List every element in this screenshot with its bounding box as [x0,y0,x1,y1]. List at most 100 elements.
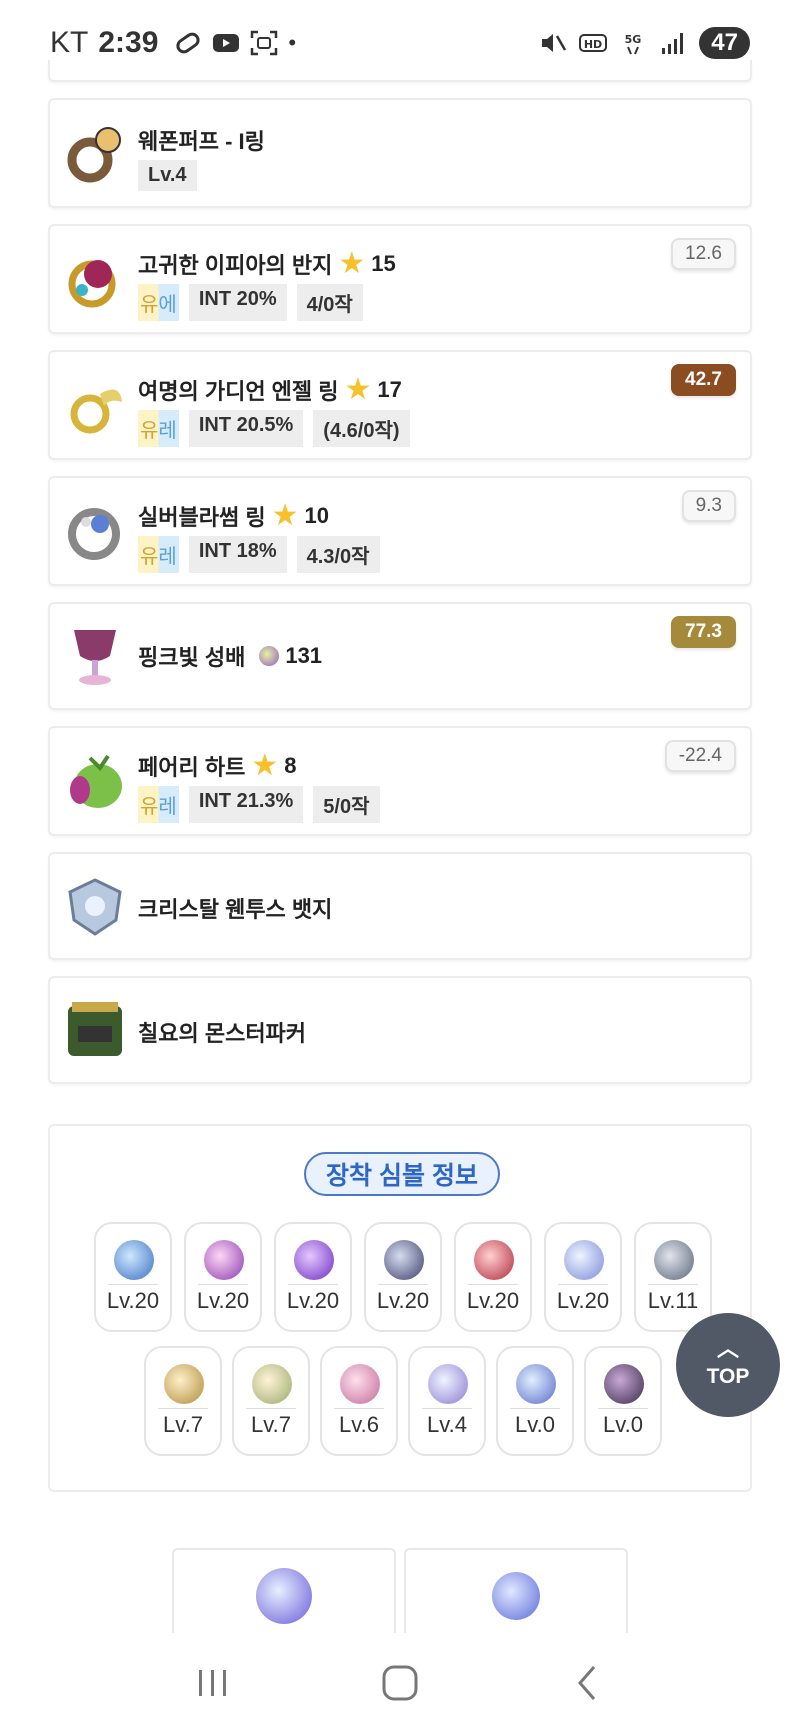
youtube-icon [213,34,240,52]
scroll-top-button[interactable]: ︿ TOP [676,1313,780,1417]
symbol-icon [604,1364,644,1404]
symbol-slot[interactable]: Lv.20 [544,1222,622,1332]
swirl-icon [492,1572,540,1620]
back-button[interactable] [562,1658,612,1708]
score-badge: 12.6 [671,238,736,270]
home-icon [382,1665,418,1701]
item-card[interactable]: 페어리 하트 ★ 8 유레 INT 21.3% 5/0작 -22.4 [48,726,752,836]
carrier-label: KT [50,26,89,59]
symbol-level: Lv.20 [556,1288,610,1313]
potential-grade: 유레 [138,536,179,573]
battery-indicator: 47 [699,27,750,59]
scroll-tag: 4.3/0작 [296,536,380,573]
star-icon: ★ [338,247,366,280]
item-name: 고귀한 이피아의 반지 ★ 15 [138,248,396,280]
signal-icon [662,33,684,54]
scroll-tag: 5/0작 [313,786,380,823]
star-count: 17 [377,377,402,402]
score-badge: 9.3 [681,490,736,522]
item-name-text: 웨폰퍼프 - I링 [138,129,265,154]
item-card[interactable]: 웨폰퍼프 - I링 Lv.4 [48,98,752,208]
equipped-symbols-panel: 장착 심볼 정보 Lv.20 Lv.20 Lv.20 Lv.20 Lv.20 L… [48,1124,752,1492]
svg-text:HD: HD [584,38,602,51]
item-card[interactable]: 핑크빛 성배 131 77.3 [48,602,752,710]
extra-item-card[interactable] [404,1548,628,1638]
symbol-slot[interactable]: Lv.20 [274,1222,352,1332]
scroll-tag: 4/0작 [296,284,363,321]
pill-icon [176,32,200,54]
potential-grade: 유레 [138,786,179,823]
symbol-icon [654,1240,694,1280]
symbol-slot[interactable]: Lv.11 [634,1222,712,1332]
score-badge: -22.4 [664,740,736,772]
back-icon [577,1666,595,1700]
symbol-icon [516,1364,556,1404]
symbol-level: Lv.6 [339,1412,379,1437]
symbol-slot[interactable]: Lv.20 [184,1222,262,1332]
symbol-slot[interactable]: Lv.6 [320,1346,398,1456]
symbol-slot[interactable]: Lv.20 [364,1222,442,1332]
score-badge: 77.3 [671,616,736,648]
item-name-text: 칠요의 몬스터파커 [138,1021,307,1046]
scroll-tag: (4.6/0작) [313,410,410,447]
stat-tag: INT 20.5% [188,410,304,447]
notification-icons: • [174,30,296,56]
item-card[interactable]: 고귀한 이피아의 반지 ★ 15 유에 INT 20% 4/0작 12.6 [48,224,752,334]
symbol-icon [204,1240,244,1280]
symbol-slot[interactable]: Lv.20 [454,1222,532,1332]
symbol-level: Lv.20 [376,1288,430,1313]
item-name: 칠요의 몬스터파커 [138,1016,306,1048]
item-name-text: 여명의 가디언 엔젤 링 [138,379,339,404]
extra-item-card[interactable] [172,1548,396,1638]
symbol-slot[interactable]: Lv.0 [496,1346,574,1456]
ring-item-icon [67,127,121,183]
symbol-level: Lv.20 [466,1288,520,1313]
star-count: 15 [371,251,396,276]
item-card[interactable]: 칠요의 몬스터파커 [48,976,752,1084]
level-tag: Lv.4 [138,160,197,191]
silver-ring-item-icon [68,508,120,560]
fairy-heart-item-icon [70,754,122,808]
hd-icon: HD [579,34,608,52]
recent-apps-button[interactable] [188,1658,238,1708]
symbol-level: Lv.20 [286,1288,340,1313]
star-icon: ★ [344,373,372,406]
svg-text:5G: 5G [625,33,642,46]
symbol-icon [564,1240,604,1280]
star-icon: ★ [271,499,299,532]
star-count: 10 [304,503,329,528]
item-name: 페어리 하트 ★ 8 [138,750,296,782]
symbol-level: Lv.20 [106,1288,160,1313]
symbol-icon [384,1240,424,1280]
stat-tag: INT 21.3% [188,786,304,823]
item-card[interactable]: 실버블라썸 링 ★ 10 유레 INT 18% 4.3/0작 9.3 [48,476,752,586]
symbol-icon [294,1240,334,1280]
item-name: 여명의 가디언 엔젤 링 ★ 17 [138,374,402,406]
symbols-title: 장착 심볼 정보 [304,1152,500,1196]
item-name-text: 페어리 하트 [138,755,246,780]
angel-ring-item-icon [70,389,122,434]
symbol-icon [474,1240,514,1280]
symbol-slot[interactable]: Lv.20 [94,1222,172,1332]
item-name: 실버블라썸 링 ★ 10 [138,500,329,532]
ring-item-icon [68,260,116,308]
symbol-icon [114,1240,154,1280]
symbol-level: Lv.7 [163,1412,203,1437]
symbol-slot[interactable]: Lv.7 [232,1346,310,1456]
item-card[interactable]: 여명의 가디언 엔젤 링 ★ 17 유레 INT 20.5% (4.6/0작) 42.7 [48,350,752,460]
item-card[interactable]: 크리스탈 웬투스 뱃지 [48,852,752,960]
previous-item-card[interactable] [48,60,752,82]
score-badge: 42.7 [671,364,736,396]
symbol-slot[interactable]: Lv.4 [408,1346,486,1456]
navigation-bar [0,1633,800,1733]
home-button[interactable] [375,1658,425,1708]
symbol-level: Lv.7 [251,1412,291,1437]
item-name-text: 고귀한 이피아의 반지 [138,253,333,278]
gem-icon [259,646,280,666]
item-name-text: 실버블라썸 링 [138,505,266,530]
symbol-slot[interactable]: Lv.0 [584,1346,662,1456]
symbol-icon [428,1364,468,1404]
symbol-slot[interactable]: Lv.7 [144,1346,222,1456]
badge-item-icon [68,878,122,936]
item-name: 크리스탈 웬투스 뱃지 [138,892,332,924]
